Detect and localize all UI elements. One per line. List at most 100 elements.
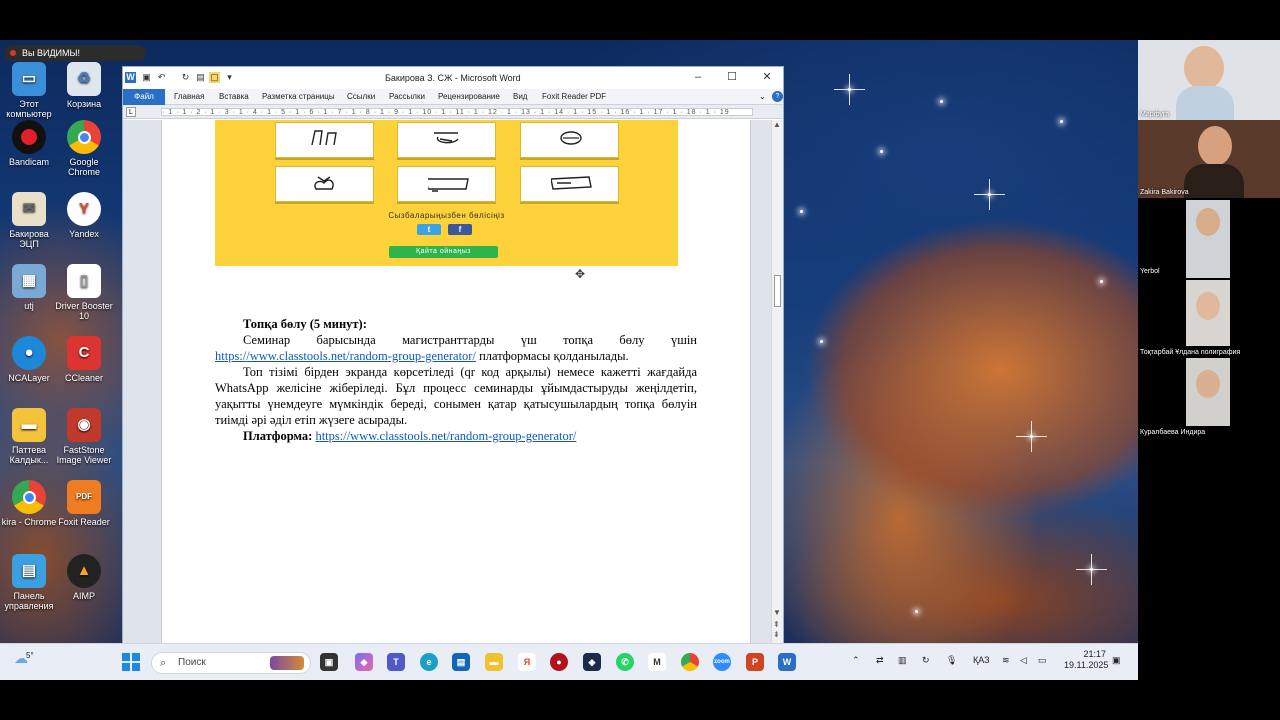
- next-page-icon[interactable]: ⇟: [773, 630, 780, 639]
- scroll-down-icon[interactable]: ▼: [773, 608, 781, 617]
- tray-app-icon[interactable]: ▥: [898, 655, 907, 666]
- mail-icon[interactable]: М: [648, 653, 666, 671]
- horizontal-ruler[interactable]: L · 1 · 1 · 2 · 1 · 3 · 1 · 4 · 1 · 5 · …: [123, 105, 783, 119]
- word-app-icon[interactable]: W: [125, 72, 136, 83]
- desktop-icon-driver-booster[interactable]: ▯ Driver Booster 10: [55, 264, 113, 321]
- document-body[interactable]: Топқа бөлу (5 минут): Семинар барысында …: [215, 316, 697, 444]
- desktop-icon-aimp[interactable]: ▲ AIMP: [55, 554, 113, 601]
- copilot-icon[interactable]: ◆: [355, 653, 373, 671]
- document-area: Сызбаларыңызбен бөлісіңіз t f Қайта ойна…: [123, 120, 773, 644]
- random-group-generator-link[interactable]: https://www.classtools.net/random-group-…: [215, 349, 476, 363]
- desktop-icon-ccleaner[interactable]: C CCleaner: [55, 336, 113, 383]
- word-taskbar-icon[interactable]: W: [778, 653, 796, 671]
- vertical-scrollbar[interactable]: ▲ ▼ ⇞ ⇟: [771, 120, 783, 644]
- twitter-share-button[interactable]: t: [417, 224, 441, 235]
- recycle-bin-icon: ♻: [67, 62, 101, 96]
- tab-review[interactable]: Рецензирование: [438, 89, 500, 105]
- bandicam-icon: [12, 120, 46, 154]
- tab-page-layout[interactable]: Разметка страницы: [262, 89, 335, 105]
- redo-icon[interactable]: ↻: [180, 72, 191, 83]
- yandex-taskbar-icon[interactable]: Я: [518, 653, 536, 671]
- close-button[interactable]: ✕: [760, 70, 774, 84]
- desktop-icon-bandicam[interactable]: Bandicam: [0, 120, 58, 167]
- desktop-icon-utj[interactable]: ▦ utj: [0, 264, 58, 311]
- tab-view[interactable]: Вид: [513, 89, 527, 105]
- print-preview-icon[interactable]: ▤: [195, 72, 206, 83]
- participant-tile[interactable]: Yerbol: [1138, 200, 1280, 278]
- tab-stop-selector-icon[interactable]: L: [126, 107, 136, 117]
- scroll-up-icon[interactable]: ▲: [773, 120, 781, 129]
- prev-page-icon[interactable]: ⇞: [773, 620, 780, 629]
- microphone-icon[interactable]: 🎙: [946, 655, 957, 666]
- security-icon[interactable]: ◈: [583, 653, 601, 671]
- desktop-icon-foxit[interactable]: PDF Foxit Reader: [55, 480, 113, 527]
- start-button[interactable]: [122, 653, 140, 671]
- minimize-button[interactable]: –: [691, 70, 705, 84]
- replay-button[interactable]: Қайта ойнаңыз: [389, 246, 498, 258]
- layout-icon[interactable]: ▢: [209, 72, 220, 83]
- scroll-thumb[interactable]: [774, 275, 781, 307]
- tab-file[interactable]: Файл: [123, 89, 165, 105]
- desktop-icon-kira-chrome[interactable]: kira - Chrome: [0, 480, 58, 527]
- tab-insert[interactable]: Вставка: [219, 89, 249, 105]
- undo-icon[interactable]: ↶: [156, 72, 167, 83]
- whatsapp-icon[interactable]: ✆: [616, 653, 634, 671]
- desktop-icon-label: Корзина: [66, 99, 102, 109]
- participant-body: [1184, 164, 1244, 198]
- task-view-icon[interactable]: ▣: [320, 653, 338, 671]
- participant-face: [1196, 292, 1220, 320]
- desktop-icon-yandex[interactable]: Y Yandex: [55, 192, 113, 239]
- desktop-icon-folder[interactable]: ▬ Паттева Калдык...: [0, 408, 58, 465]
- notification-pill[interactable]: Вы ВИДИМЫ!: [4, 45, 146, 61]
- clock[interactable]: 21:17 19.11.2025: [1064, 649, 1108, 671]
- desktop-icon-label: Панель управления: [4, 591, 54, 611]
- chrome-taskbar-icon[interactable]: [681, 653, 699, 671]
- collapse-ribbon-icon[interactable]: ⌄: [759, 89, 766, 105]
- desktop-icon-label: Yandex: [69, 229, 99, 239]
- tab-foxit-pdf[interactable]: Foxit Reader PDF: [542, 89, 606, 105]
- powerpoint-icon[interactable]: P: [746, 653, 764, 671]
- bandicam-taskbar-icon[interactable]: ●: [550, 653, 568, 671]
- wifi-icon[interactable]: ≋: [1002, 655, 1010, 666]
- tab-references[interactable]: Ссылки: [347, 89, 375, 105]
- search-box[interactable]: ⌕ Поиск: [151, 652, 311, 674]
- participant-tile[interactable]: Тоқтарбай Ұлдана полиграфия: [1138, 280, 1280, 358]
- platform-link[interactable]: https://www.classtools.net/random-group-…: [315, 429, 576, 443]
- desktop-icon-control-panel[interactable]: ▤ Панель управления: [0, 554, 58, 611]
- embedded-image[interactable]: Сызбаларыңызбен бөлісіңіз t f Қайта ойна…: [215, 120, 678, 266]
- teams-icon[interactable]: T: [387, 653, 405, 671]
- desktop-icon-label: Паттева Калдык...: [9, 445, 49, 465]
- desktop-icon-label: Этот компьютер: [6, 99, 52, 119]
- customize-qat-icon[interactable]: ▾: [224, 72, 235, 83]
- desktop-icon-ncalayer[interactable]: ● NCALayer: [0, 336, 58, 383]
- show-hidden-icons-icon[interactable]: ⌃: [852, 655, 860, 666]
- document-page[interactable]: Сызбаларыңызбен бөлісіңіз t f Қайта ойна…: [161, 120, 751, 644]
- maximize-button[interactable]: ☐: [725, 70, 739, 84]
- sync-icon[interactable]: ↻: [922, 655, 930, 666]
- save-icon[interactable]: ▣: [141, 72, 152, 83]
- volume-icon[interactable]: ◁: [1020, 655, 1027, 666]
- desktop-icon-chrome[interactable]: Google Chrome: [55, 120, 113, 177]
- desktop-icon-recycle-bin[interactable]: ♻ Корзина: [55, 62, 113, 109]
- participant-tile[interactable]: Куралбаева Индира: [1138, 358, 1280, 438]
- tab-home[interactable]: Главная: [174, 89, 204, 105]
- desktop-icon-bakirova-ecp[interactable]: ✉ Бакирова ЭЦП: [0, 192, 58, 249]
- battery-icon[interactable]: ▭: [1038, 655, 1047, 666]
- zoom-icon[interactable]: zoom: [713, 653, 731, 671]
- desktop-icon-label: NCALayer: [8, 373, 50, 383]
- file-explorer-icon[interactable]: ▬: [485, 653, 503, 671]
- participant-name: Yerbol: [1140, 268, 1160, 275]
- participant-tile[interactable]: Zakira Bakirova: [1138, 120, 1280, 198]
- help-icon[interactable]: ?: [772, 91, 783, 102]
- tray-app-icon[interactable]: ⇄: [876, 655, 884, 666]
- desktop-icon-this-pc[interactable]: ▭ Этот компьютер: [0, 62, 58, 119]
- tab-mailings[interactable]: Рассылки: [389, 89, 425, 105]
- participant-tile[interactable]: Марфуга: [1138, 40, 1280, 120]
- edge-icon[interactable]: e: [420, 653, 438, 671]
- desktop-icon-faststone[interactable]: ◉ FastStone Image Viewer: [55, 408, 113, 465]
- store-icon[interactable]: ▤: [452, 653, 470, 671]
- participant-name: Zakira Bakirova: [1140, 189, 1189, 196]
- facebook-share-button[interactable]: f: [448, 224, 472, 235]
- notifications-icon[interactable]: ▣: [1112, 655, 1121, 666]
- language-indicator[interactable]: ҚАЗ: [973, 655, 990, 665]
